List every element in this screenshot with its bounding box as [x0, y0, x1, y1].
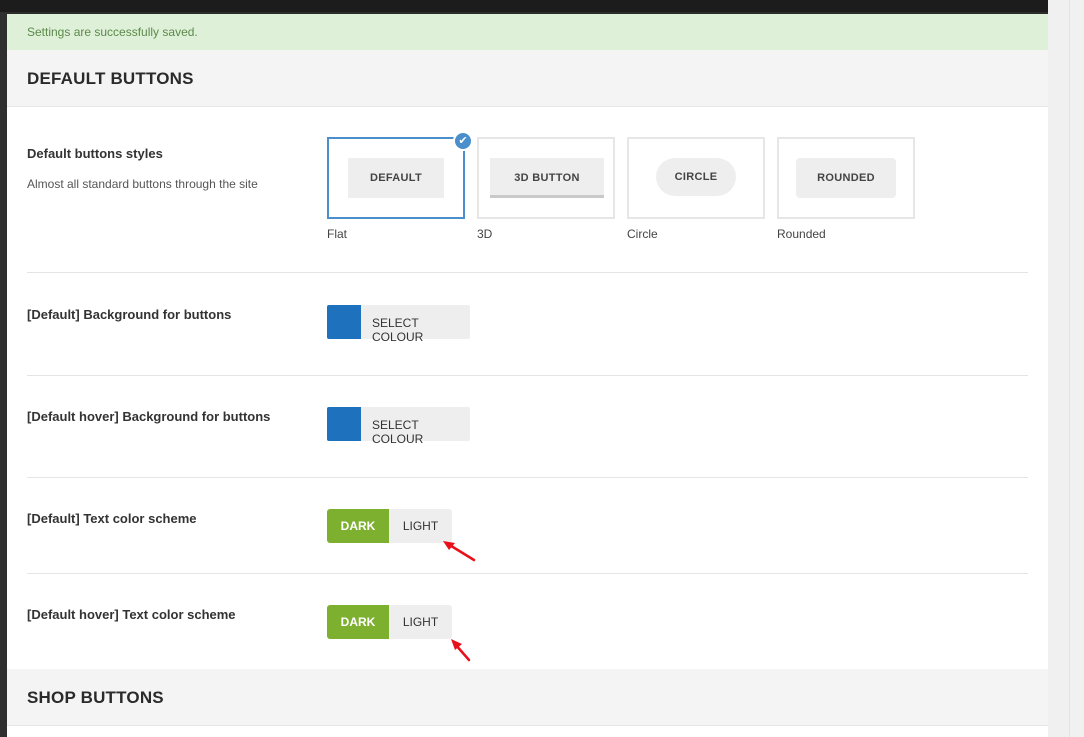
setting-row-bg-buttons: [Default] Background for buttons SELECT … — [27, 274, 1028, 376]
section-header-default-buttons: DEFAULT BUTTONS — [7, 50, 1048, 107]
setting-label: [Default hover] Background for buttons — [27, 409, 271, 424]
select-colour-button[interactable]: SELECT COLOUR — [327, 407, 470, 446]
setting-label: [Default hover] Text color scheme — [27, 607, 236, 622]
text-scheme-toggle: DARK LIGHT — [327, 509, 452, 543]
toggle-light-option[interactable]: LIGHT — [389, 605, 452, 639]
colour-swatch — [327, 305, 361, 339]
selected-check-icon: ✔ — [453, 131, 473, 151]
colour-swatch — [327, 407, 361, 441]
style-preview: CIRCLE — [656, 158, 736, 196]
section-title: DEFAULT BUTTONS — [27, 69, 194, 88]
right-gutter — [1048, 0, 1084, 737]
setting-row-text-scheme: [Default] Text color scheme DARK LIGHT — [27, 478, 1028, 574]
background-strip — [0, 12, 7, 737]
setting-row-bg-hover-buttons: [Default hover] Background for buttons S… — [27, 376, 1028, 478]
text-hover-scheme-toggle: DARK LIGHT — [327, 605, 452, 639]
style-caption: 3D — [477, 227, 493, 241]
setting-label: [Default] Text color scheme — [27, 511, 197, 526]
select-colour-button[interactable]: SELECT COLOUR — [327, 305, 470, 344]
setting-label: Default buttons styles — [27, 146, 163, 161]
section-header-shop-buttons: SHOP BUTTONS — [7, 669, 1048, 726]
style-caption: Circle — [627, 227, 658, 241]
annotation-arrow-icon — [451, 639, 471, 662]
success-notice: Settings are successfully saved. — [7, 14, 1048, 50]
style-caption: Rounded — [777, 227, 826, 241]
setting-row-text-hover-scheme: [Default hover] Text color scheme DARK L… — [27, 574, 1028, 670]
top-bar — [0, 0, 1084, 12]
annotation-arrow-icon — [443, 541, 476, 562]
style-preview: DEFAULT — [348, 158, 444, 198]
select-colour-label: SELECT COLOUR — [372, 316, 424, 344]
setting-row-button-styles: Default buttons styles Almost all standa… — [27, 107, 1028, 273]
style-preview: 3D BUTTON — [490, 158, 604, 198]
toggle-dark-option[interactable]: DARK — [327, 509, 389, 543]
style-preview: ROUNDED — [796, 158, 896, 198]
style-option-rounded[interactable]: ROUNDED Rounded — [777, 137, 915, 241]
style-caption: Flat — [327, 227, 348, 241]
settings-panel: Settings are successfully saved. DEFAULT… — [7, 14, 1048, 737]
select-colour-label: SELECT COLOUR — [372, 418, 424, 446]
style-option-3d[interactable]: 3D BUTTON 3D — [477, 137, 615, 241]
toggle-dark-option[interactable]: DARK — [327, 605, 389, 639]
style-option-flat[interactable]: DEFAULT ✔ Flat — [327, 131, 473, 241]
success-notice-text: Settings are successfully saved. — [27, 25, 198, 39]
section-title: SHOP BUTTONS — [27, 688, 164, 707]
setting-label: [Default] Background for buttons — [27, 307, 232, 322]
style-option-circle[interactable]: CIRCLE Circle — [627, 137, 765, 241]
setting-description: Almost all standard buttons through the … — [27, 177, 258, 191]
